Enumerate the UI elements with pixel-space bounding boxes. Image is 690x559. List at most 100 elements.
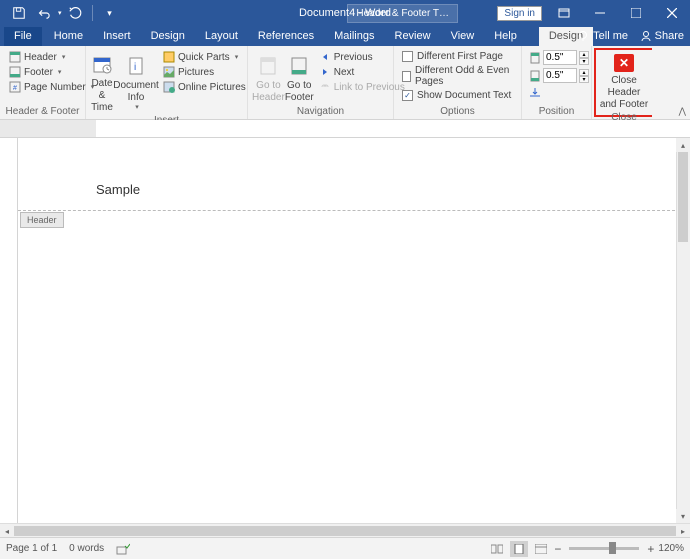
share-button[interactable]: Share xyxy=(640,30,684,42)
tab-help[interactable]: Help xyxy=(484,27,527,46)
ribbon-display-icon[interactable] xyxy=(546,0,582,26)
goto-header-button[interactable]: Go toHeader xyxy=(252,48,285,105)
document-page[interactable]: Sample Header xyxy=(18,138,690,523)
different-first-page-checkbox[interactable]: Different First Page xyxy=(400,50,515,63)
minimize-icon[interactable] xyxy=(582,0,618,26)
save-icon[interactable] xyxy=(8,2,30,24)
quick-parts-button[interactable]: Quick Parts▾ xyxy=(160,50,249,64)
redo-icon[interactable] xyxy=(64,2,86,24)
svg-text:#: # xyxy=(13,85,17,92)
ribbon-tabs: File Home Insert Design Layout Reference… xyxy=(0,26,690,46)
group-insert: Date &Time i DocumentInfo▾ Quick Parts▾ … xyxy=(86,46,248,119)
ribbon: Header▾ Footer▾ # Page Number▾ Header & … xyxy=(0,46,690,120)
header-tag: Header xyxy=(20,212,64,228)
tab-file[interactable]: File xyxy=(4,27,42,46)
spellcheck-icon[interactable] xyxy=(116,543,130,555)
scroll-up-icon[interactable]: ▴ xyxy=(676,138,690,152)
close-x-icon: ✕ xyxy=(614,54,634,72)
undo-dropdown-icon[interactable]: ▾ xyxy=(58,9,62,17)
online-pictures-icon xyxy=(163,81,175,93)
zoom-thumb[interactable] xyxy=(609,542,616,554)
tab-view[interactable]: View xyxy=(441,27,485,46)
group-close: ✕ Close Header and Footer Close xyxy=(594,48,652,117)
pictures-button[interactable]: Pictures xyxy=(160,65,249,79)
sign-in-button[interactable]: Sign in xyxy=(497,6,542,21)
tab-review[interactable]: Review xyxy=(385,27,441,46)
tab-insert[interactable]: Insert xyxy=(93,27,141,46)
scroll-left-icon[interactable]: ◂ xyxy=(0,524,14,538)
show-document-text-checkbox[interactable]: ✓ Show Document Text xyxy=(400,89,515,102)
header-from-top[interactable]: ▴▾ xyxy=(528,49,590,66)
tell-me[interactable]: Tell me xyxy=(577,30,628,42)
page-number-button[interactable]: # Page Number▾ xyxy=(6,80,97,94)
status-bar: Page 1 of 1 0 words − + 120% xyxy=(0,537,690,559)
scroll-thumb-h[interactable] xyxy=(14,526,676,536)
footer-distance-icon xyxy=(529,70,541,82)
document-area: Sample Header ▴ ▾ xyxy=(0,138,690,523)
checkbox-checked-icon: ✓ xyxy=(402,90,413,101)
print-layout-icon[interactable] xyxy=(510,541,528,557)
tab-layout[interactable]: Layout xyxy=(195,27,248,46)
checkbox-icon xyxy=(402,71,411,82)
header-content[interactable]: Sample xyxy=(96,182,140,197)
doc-info-icon: i xyxy=(124,54,148,78)
different-odd-even-checkbox[interactable]: Different Odd & Even Pages xyxy=(400,64,515,88)
svg-text:i: i xyxy=(134,62,136,73)
collapse-ribbon-icon[interactable]: ⋀ xyxy=(679,106,686,117)
footer-from-bottom[interactable]: ▴▾ xyxy=(528,67,590,84)
group-label-hf: Header & Footer xyxy=(4,105,81,119)
alignment-tab-icon xyxy=(529,86,541,98)
goto-header-icon xyxy=(256,54,280,78)
goto-footer-icon xyxy=(287,54,311,78)
scroll-right-icon[interactable]: ▸ xyxy=(676,524,690,538)
scroll-thumb[interactable] xyxy=(678,152,688,242)
footer-button[interactable]: Footer▾ xyxy=(6,65,97,79)
vertical-ruler[interactable] xyxy=(0,138,18,523)
contextual-tab-label: Header & Footer T… xyxy=(347,4,458,23)
spin-up-icon[interactable]: ▴ xyxy=(579,69,589,76)
header-distance-icon xyxy=(529,52,541,64)
web-layout-icon[interactable] xyxy=(532,541,550,557)
read-mode-icon[interactable] xyxy=(488,541,506,557)
date-time-button[interactable]: Date &Time xyxy=(90,48,114,114)
quick-parts-icon xyxy=(163,51,175,63)
close-header-footer-button[interactable]: ✕ Close Header and Footer xyxy=(598,52,650,111)
group-label-nav: Navigation xyxy=(252,105,389,119)
header-boundary xyxy=(18,210,690,211)
spin-down-icon[interactable]: ▾ xyxy=(579,76,589,83)
footer-bottom-input[interactable] xyxy=(543,68,577,83)
spin-up-icon[interactable]: ▴ xyxy=(579,51,589,58)
tab-mailings[interactable]: Mailings xyxy=(324,27,384,46)
header-top-input[interactable] xyxy=(543,50,577,65)
page-number-icon: # xyxy=(9,81,21,93)
zoom-in-icon[interactable]: + xyxy=(647,542,654,556)
online-pictures-button[interactable]: Online Pictures xyxy=(160,80,249,94)
zoom-slider[interactable] xyxy=(569,547,639,550)
quick-access-toolbar: ▾ ▾ xyxy=(0,2,121,24)
group-options: Different First Page Different Odd & Eve… xyxy=(394,46,522,119)
tab-home[interactable]: Home xyxy=(44,27,93,46)
scroll-down-icon[interactable]: ▾ xyxy=(676,509,690,523)
title-bar: ▾ ▾ Document4 - Word Header & Footer T… … xyxy=(0,0,690,26)
next-icon xyxy=(319,66,331,78)
group-label-options: Options xyxy=(398,105,517,119)
close-icon[interactable] xyxy=(654,0,690,26)
zoom-out-icon[interactable]: − xyxy=(554,542,561,556)
header-icon xyxy=(9,51,21,63)
previous-icon xyxy=(319,51,331,63)
spin-down-icon[interactable]: ▾ xyxy=(579,58,589,65)
insert-alignment-tab[interactable] xyxy=(528,85,590,99)
horizontal-scrollbar[interactable]: ◂ ▸ xyxy=(0,523,690,537)
group-position: ▴▾ ▴▾ Position xyxy=(522,46,592,119)
undo-icon[interactable] xyxy=(32,2,54,24)
header-button[interactable]: Header▾ xyxy=(6,50,97,64)
tab-design[interactable]: Design xyxy=(141,27,195,46)
qat-customize-icon[interactable]: ▾ xyxy=(99,2,121,24)
maximize-icon[interactable] xyxy=(618,0,654,26)
horizontal-ruler[interactable] xyxy=(0,120,690,138)
goto-footer-button[interactable]: Go toFooter xyxy=(285,48,314,105)
tab-references[interactable]: References xyxy=(248,27,324,46)
document-info-button[interactable]: i DocumentInfo▾ xyxy=(114,48,158,114)
share-icon xyxy=(640,30,652,42)
vertical-scrollbar[interactable]: ▴ ▾ xyxy=(676,138,690,523)
